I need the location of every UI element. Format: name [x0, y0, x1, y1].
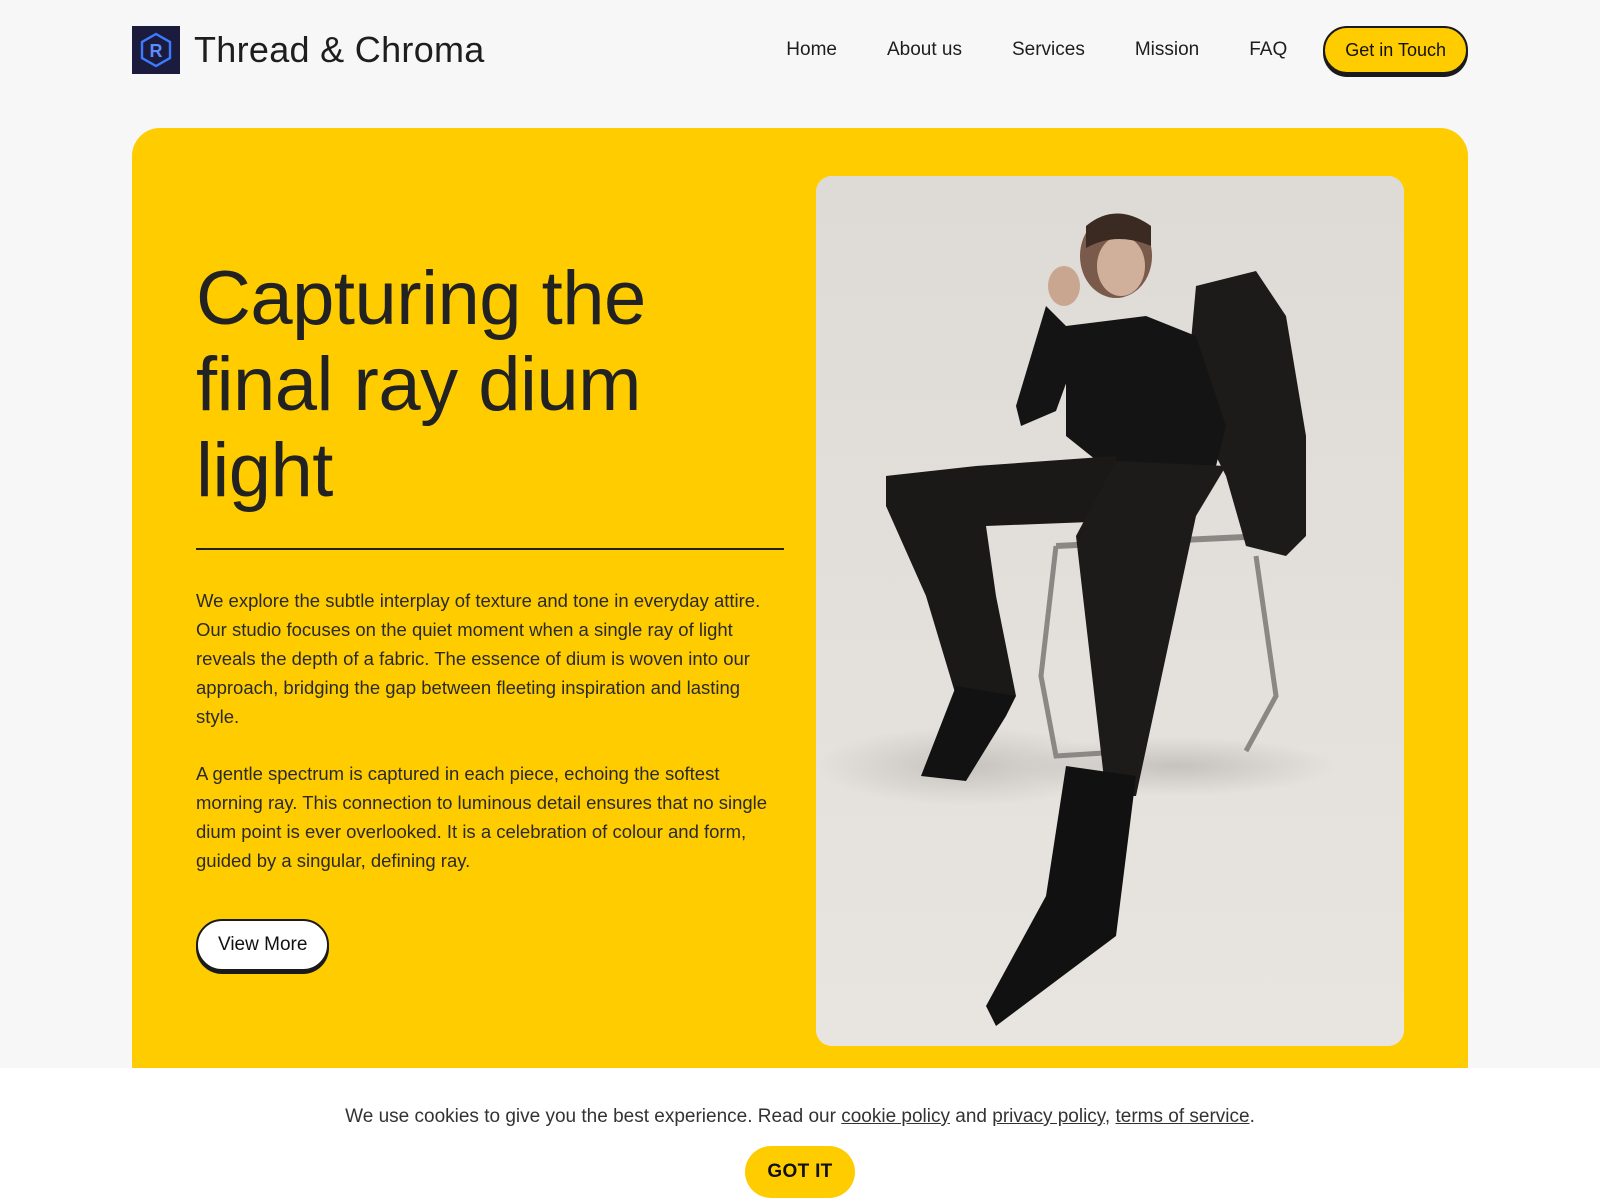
cookie-banner: We use cookies to give you the best expe…	[0, 1068, 1600, 1200]
hero-divider	[196, 548, 784, 550]
brand-name: Thread & Chroma	[194, 29, 485, 70]
site-header: R Thread & Chroma Home About us Services…	[132, 24, 1468, 76]
logo-icon: R	[132, 26, 180, 74]
nav-about-us[interactable]: About us	[887, 39, 962, 61]
main-nav: Home About us Services Mission FAQ Get i…	[786, 26, 1468, 74]
cookie-text-period: .	[1249, 1106, 1255, 1127]
nav-faq[interactable]: FAQ	[1249, 39, 1287, 61]
cookie-text-comma: ,	[1104, 1106, 1116, 1127]
view-more-button[interactable]: View More	[196, 919, 330, 971]
cookie-policy-link[interactable]: cookie policy	[841, 1106, 950, 1127]
got-it-button[interactable]: GOT IT	[745, 1146, 855, 1198]
get-in-touch-button[interactable]: Get in Touch	[1323, 26, 1468, 74]
hero-text: Capturing the final ray dium light We ex…	[196, 256, 784, 971]
brand[interactable]: R Thread & Chroma	[132, 26, 485, 74]
cookie-text: We use cookies to give you the best expe…	[0, 1106, 1600, 1128]
cookie-text-intro: We use cookies to give you the best expe…	[345, 1106, 842, 1127]
svg-text:R: R	[150, 41, 163, 61]
terms-of-service-link[interactable]: terms of service	[1115, 1106, 1249, 1127]
hero-section: Capturing the final ray dium light We ex…	[132, 128, 1468, 1088]
cookie-text-and: and	[950, 1106, 993, 1127]
privacy-policy-link[interactable]: privacy policy	[992, 1106, 1105, 1127]
hero-photo	[816, 176, 1404, 1046]
nav-services[interactable]: Services	[1012, 39, 1085, 61]
model-illustration	[816, 176, 1404, 1046]
hero-paragraph-1: We explore the subtle interplay of textu…	[196, 590, 761, 727]
hero-title: Capturing the final ray dium light	[196, 256, 646, 513]
nav-home[interactable]: Home	[786, 39, 837, 61]
hero-paragraph-2: A gentle spectrum is captured in each pi…	[196, 763, 768, 871]
nav-mission[interactable]: Mission	[1135, 39, 1199, 61]
